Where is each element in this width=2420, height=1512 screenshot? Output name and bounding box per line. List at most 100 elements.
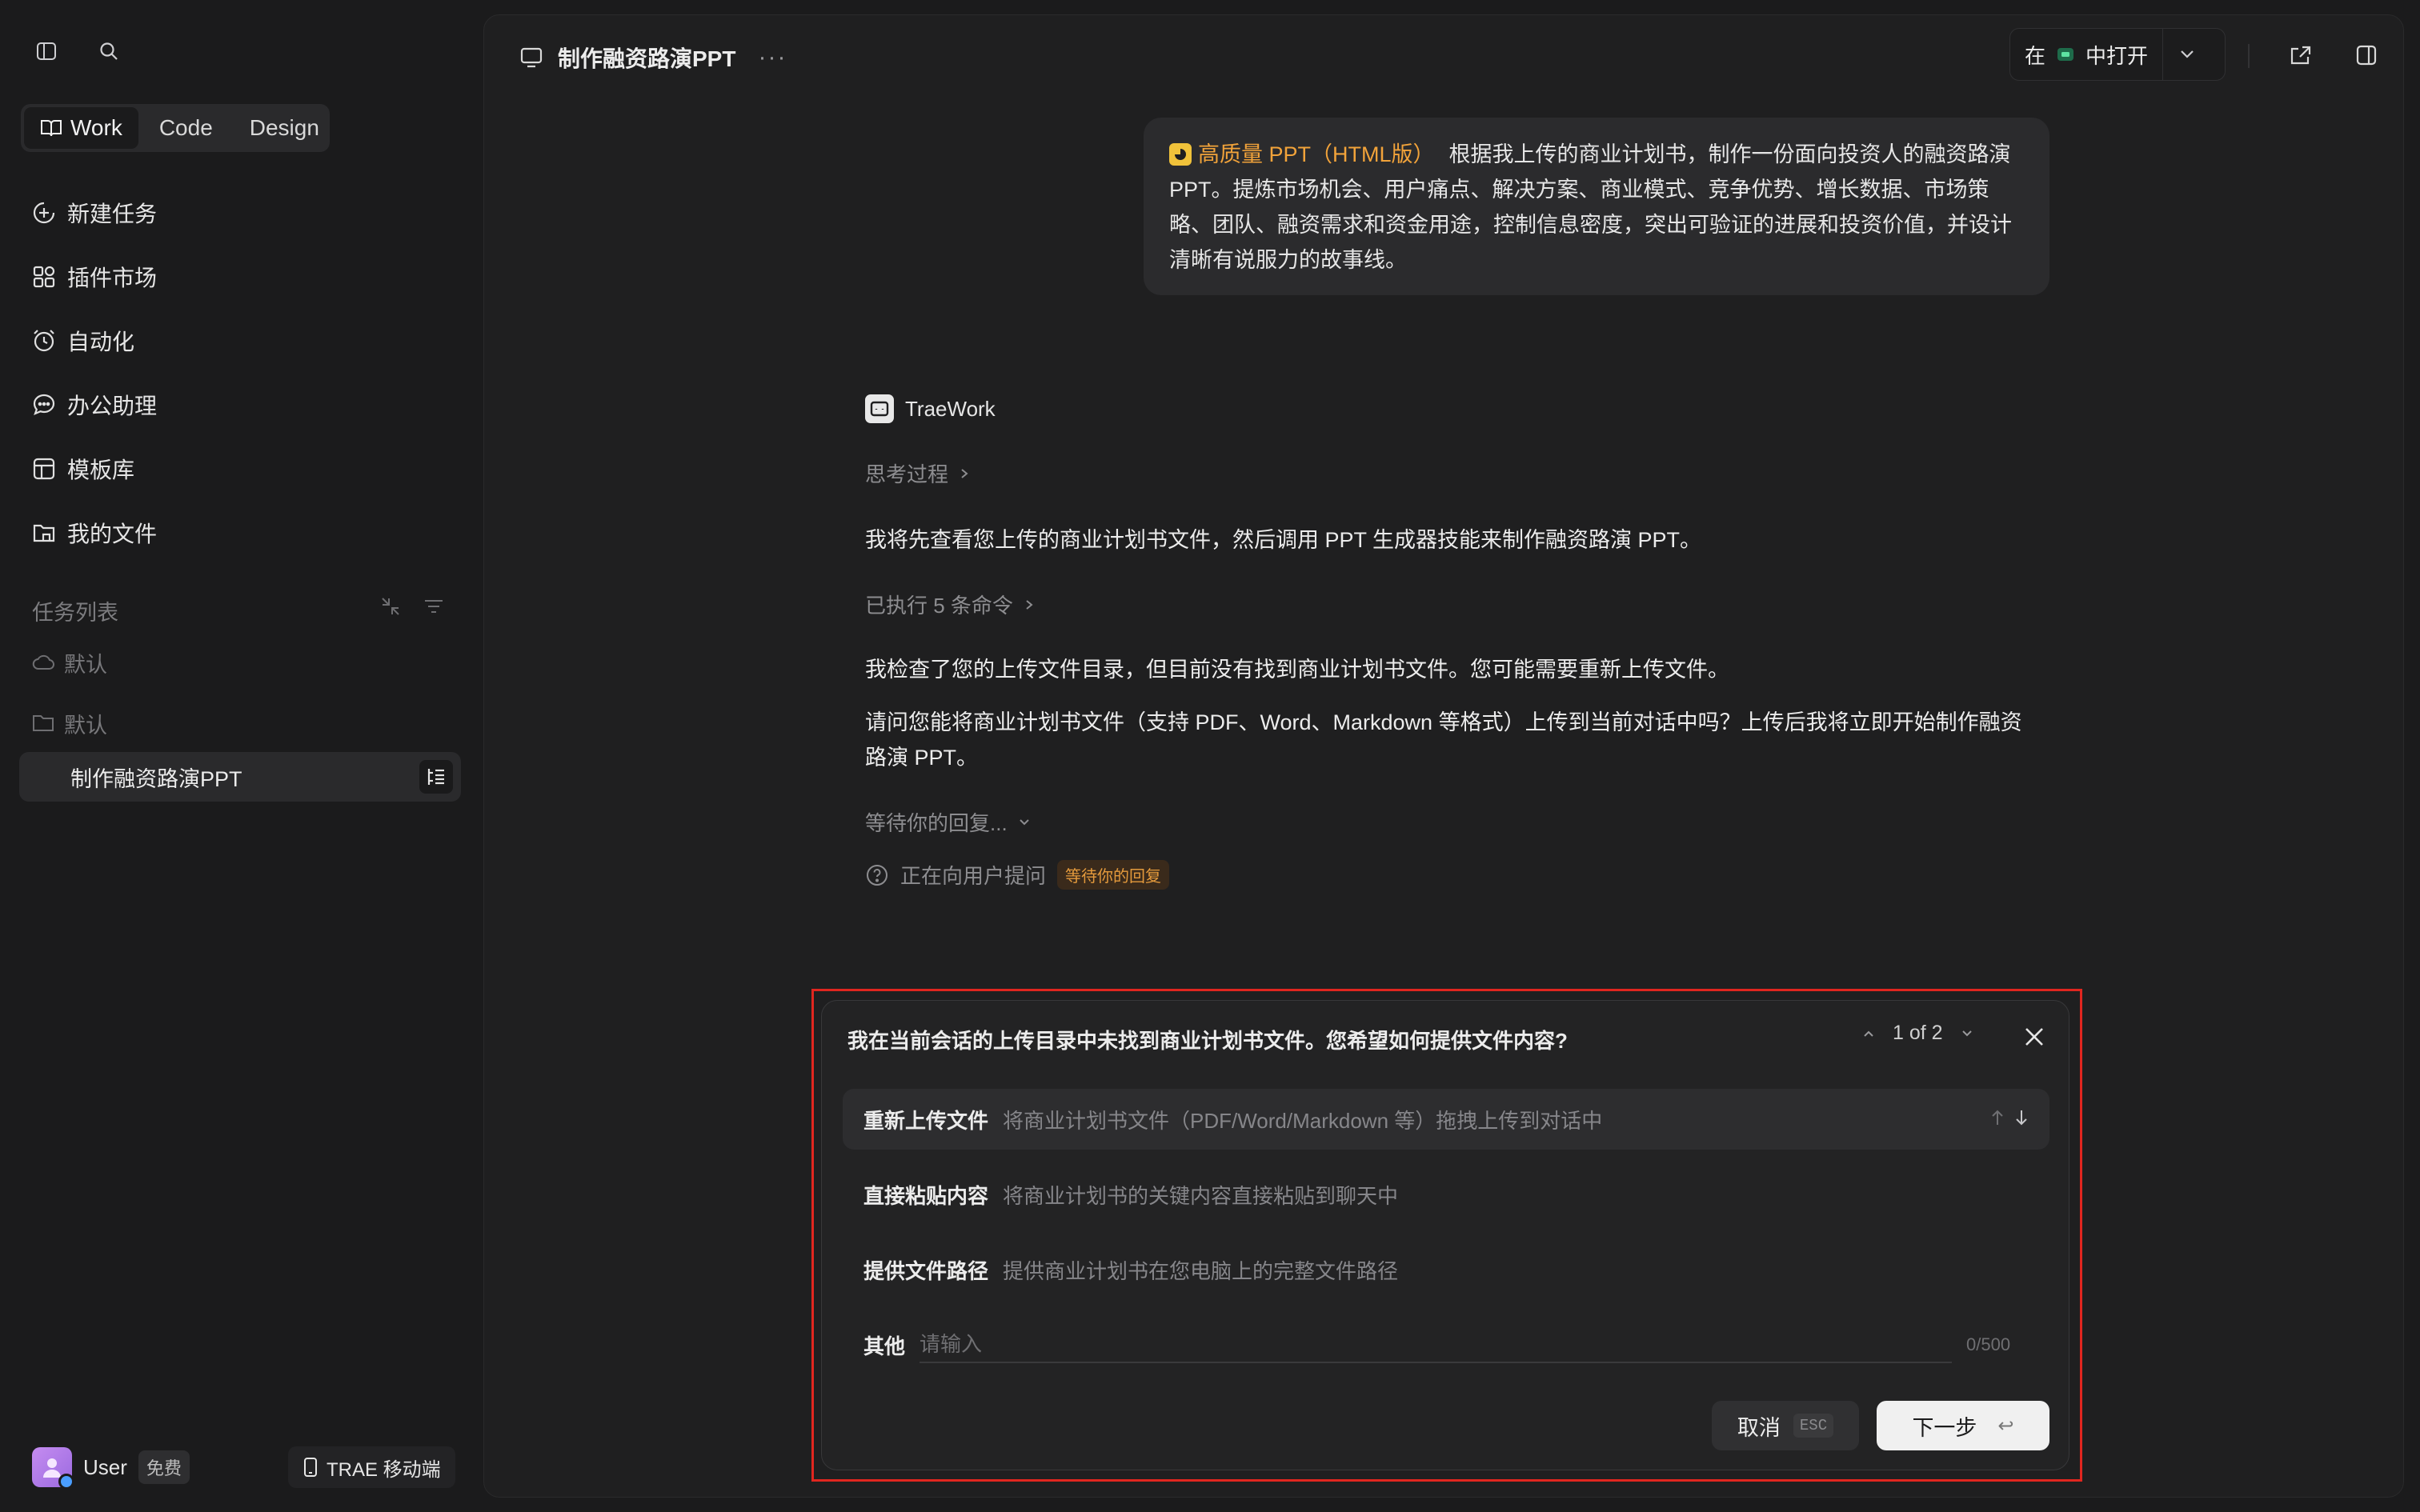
header-divider (2248, 44, 2250, 68)
ppt-skill-icon (1169, 143, 1192, 166)
folder-icon (33, 715, 54, 731)
nav-label: 我的文件 (67, 522, 158, 546)
mode-tabs: Work Code Design (21, 104, 330, 152)
assistant-header: TraeWork (865, 391, 2033, 426)
task-list-tools (379, 595, 445, 618)
question-circle-icon (867, 864, 887, 886)
mode-tab-design[interactable]: Design (234, 107, 335, 149)
app-window: Work Code Design 新建任务 插件市场 自动化 办公助理 模板库 … (0, 0, 2420, 1512)
page-title: 制作融资路演PPT (558, 46, 736, 71)
esc-shortcut: ESC (1793, 1414, 1834, 1438)
mobile-app-button[interactable]: TRAE 移动端 (288, 1446, 455, 1488)
option-file-path[interactable]: 提供文件路径 提供商业计划书在您电脑上的完整文件路径 (843, 1239, 2049, 1300)
traework-logo-icon (865, 394, 894, 423)
arrow-down-icon[interactable] (2014, 1108, 2029, 1127)
option-title: 重新上传文件 (863, 1108, 989, 1133)
waiting-badge: 等待你的回复 (1057, 860, 1170, 890)
question-card: 我在当前会话的上传目录中未找到商业计划书文件。您希望如何提供文件内容? 1 of… (821, 1000, 2069, 1470)
user-profile[interactable]: User 免费 (32, 1446, 190, 1490)
mobile-label: TRAE 移动端 (327, 1458, 441, 1481)
executed-commands-toggle[interactable]: 已执行 5 条命令 (865, 590, 1034, 619)
mode-tab-label: Code (158, 115, 213, 140)
close-icon[interactable] (2014, 1017, 2054, 1057)
option-desc: 提供商业计划书在您电脑上的完整文件路径 (1003, 1258, 1399, 1283)
mode-tab-label: Design (249, 115, 319, 140)
cancel-button[interactable]: 取消 ESC (1712, 1401, 1859, 1450)
next-label: 下一步 (1912, 1415, 1977, 1440)
asking-label: 正在向用户提问 (900, 864, 1047, 888)
nav-template-library[interactable]: 模板库 (32, 446, 134, 491)
sidebar: Work Code Design 新建任务 插件市场 自动化 办公助理 模板库 … (0, 0, 480, 1512)
option-reupload[interactable]: 重新上传文件 将商业计划书文件（PDF/Word/Markdown 等）拖拽上传… (843, 1089, 2049, 1150)
alarm-clock-icon (34, 330, 54, 352)
skill-tag[interactable]: 高质量 PPT（HTML版） (1198, 142, 1435, 166)
plan-badge: 免费 (138, 1450, 190, 1484)
other-label: 其他 (863, 1334, 906, 1358)
group-label: 默认 (64, 652, 107, 677)
assistant-paragraph: 我检查了您的上传文件目录，但目前没有找到商业计划书文件。您可能需要重新上传文件。 (865, 658, 1729, 682)
cancel-label: 取消 (1737, 1415, 1781, 1440)
other-input[interactable] (920, 1326, 1953, 1363)
avatar (32, 1447, 74, 1490)
search-icon[interactable] (91, 34, 126, 69)
nav-label: 插件市场 (67, 266, 158, 290)
nav-new-task[interactable]: 新建任务 (32, 190, 157, 235)
arrow-up-icon[interactable] (1990, 1108, 2005, 1127)
plus-circle-icon (33, 202, 55, 224)
other-answer-row: 其他 0/500 (863, 1322, 2032, 1367)
folder-icon (33, 524, 55, 542)
next-step-button[interactable]: 下一步 ↩ (1877, 1401, 2049, 1450)
terminal-app-icon (2057, 48, 2074, 61)
filter-icon[interactable] (423, 595, 445, 618)
group-default-cloud[interactable]: 默认 (32, 643, 107, 682)
enter-shortcut-icon: ↩ (1997, 1414, 2014, 1437)
nav-label: 新建任务 (67, 202, 158, 226)
collapse-icon[interactable] (379, 595, 402, 618)
nav-plugin-market[interactable]: 插件市场 (32, 254, 157, 299)
question-text: 我在当前会话的上传目录中未找到商业计划书文件。您希望如何提供文件内容? (847, 1029, 1568, 1053)
user-icon (43, 1458, 61, 1478)
task-item-active[interactable]: 制作融资路演PPT (19, 752, 461, 802)
waiting-label: 等待你的回复... (865, 811, 1008, 835)
nav-office-assistant[interactable]: 办公助理 (32, 382, 157, 427)
option-desc: 将商业计划书文件（PDF/Word/Markdown 等）拖拽上传到对话中 (1003, 1108, 1603, 1133)
thinking-label: 思考过程 (865, 462, 949, 486)
open-in-app: 在 中打开 (2009, 28, 2226, 81)
asking-user-status: 正在向用户提问 等待你的回复 (865, 860, 1170, 890)
option-title: 直接粘贴内容 (863, 1183, 989, 1208)
task-outline-icon[interactable] (419, 760, 453, 794)
mode-tab-code[interactable]: Code (143, 107, 229, 149)
chevron-down-icon (2181, 50, 2194, 58)
chevron-up-icon[interactable] (1862, 1029, 1875, 1038)
open-in-prefix: 在 (2025, 43, 2046, 68)
question-pager: 1 of 2 (1862, 1022, 1973, 1045)
chevron-down-icon[interactable] (1961, 1029, 1973, 1038)
assistant-name: TraeWork (905, 396, 996, 421)
task-label: 制作融资路演PPT (70, 766, 242, 791)
nav-label: 自动化 (67, 330, 135, 354)
open-in-dropdown[interactable] (2163, 49, 2211, 60)
mode-tab-work[interactable]: Work (24, 107, 138, 149)
open-in-suffix: 中打开 (2085, 43, 2149, 68)
toggle-sidebar-icon[interactable] (29, 34, 64, 69)
share-icon[interactable] (2283, 38, 2318, 73)
option-title: 提供文件路径 (863, 1258, 989, 1283)
nav-automation[interactable]: 自动化 (32, 318, 134, 363)
group-default-folder[interactable]: 默认 (32, 704, 107, 742)
nav-my-files[interactable]: 我的文件 (32, 510, 157, 555)
task-list-label: 任务列表 (32, 601, 118, 625)
reorder-arrows (1990, 1108, 2029, 1127)
plugin-grid-icon (33, 266, 55, 288)
option-paste-content[interactable]: 直接粘贴内容 将商业计划书的关键内容直接粘贴到聊天中 (843, 1164, 2049, 1225)
open-in-button[interactable]: 在 中打开 (2010, 29, 2164, 80)
user-name: User (83, 1454, 127, 1479)
group-label: 默认 (64, 713, 107, 738)
side-panel-icon[interactable] (2349, 38, 2384, 73)
template-icon (33, 458, 55, 480)
waiting-reply-toggle[interactable]: 等待你的回复... (865, 807, 1030, 837)
chat-bubble-icon (33, 394, 55, 415)
assistant-message: TraeWork (865, 391, 2033, 426)
thinking-process-toggle[interactable]: 思考过程 (865, 458, 969, 488)
more-options-button[interactable]: ··· (758, 44, 787, 71)
cloud-icon (32, 654, 54, 670)
